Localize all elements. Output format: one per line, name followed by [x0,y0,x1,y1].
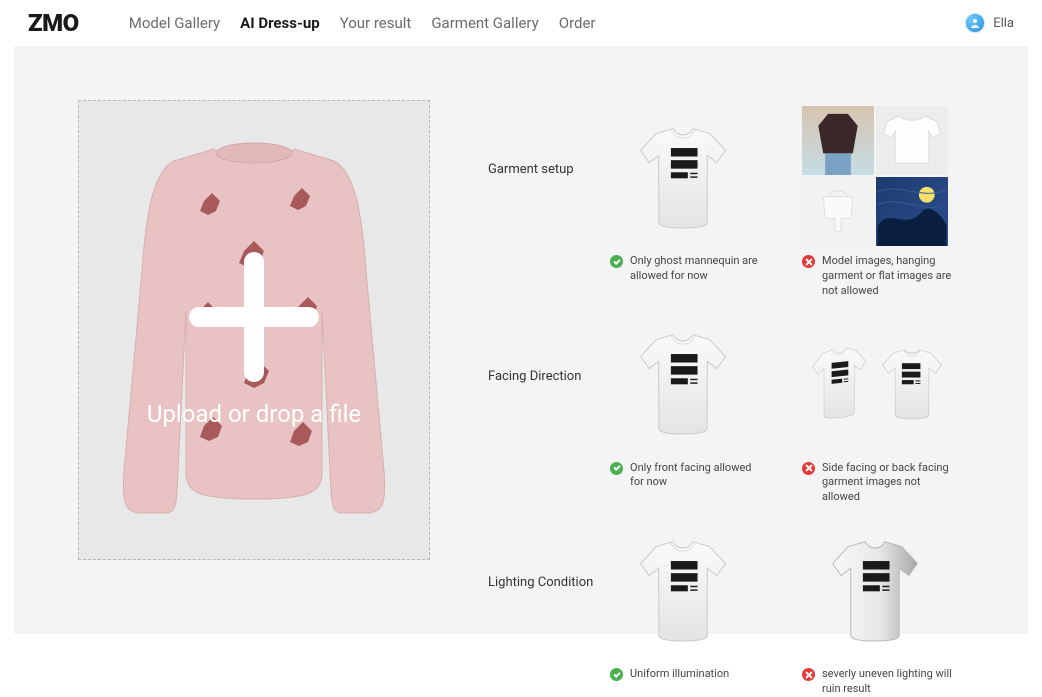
nav-ai-dressup[interactable]: AI Dress-up [240,14,320,32]
example-good: Uniform illumination [610,519,770,697]
guideline-garment-setup: Garment setup Only ghost mannequin are a… [488,106,990,299]
caption: Only ghost mannequin are allowed for now [630,254,766,284]
example-good: Only ghost mannequin are allowed for now [610,106,770,299]
check-icon [610,668,623,681]
check-icon [610,462,623,475]
plus-icon [189,252,319,382]
cross-icon [802,462,815,475]
cross-icon [802,255,815,268]
caption: Only front facing allowed for now [630,461,766,491]
example-image [610,313,756,453]
caption: Side facing or back facing garment image… [822,461,958,506]
example-bad: Side facing or back facing garment image… [802,313,962,506]
user-menu[interactable]: Ella [965,13,1014,33]
example-image [610,519,756,659]
caption: Uniform illumination [630,667,729,682]
check-icon [610,255,623,268]
user-name: Ella [993,16,1014,31]
nav-order[interactable]: Order [559,14,596,32]
avatar-icon [965,13,985,33]
guideline-label: Lighting Condition [488,519,610,590]
main-panel: Upload or drop a file Garment setup Only… [14,46,1028,634]
nav-model-gallery[interactable]: Model Gallery [129,14,220,32]
example-image [802,519,948,659]
example-good: Only front facing allowed for now [610,313,770,506]
example-image [610,106,756,246]
upload-prompt: Upload or drop a file [147,400,361,428]
cross-icon [802,668,815,681]
guideline-lighting: Lighting Condition Uniform illumination [488,519,990,697]
app-header: ZMO Model Gallery AI Dress-up Your resul… [0,0,1042,46]
guidelines-panel: Garment setup Only ghost mannequin are a… [488,100,990,606]
upload-dropzone[interactable]: Upload or drop a file [78,100,430,560]
nav-garment-gallery[interactable]: Garment Gallery [431,14,538,32]
example-image [802,313,948,453]
brand-logo[interactable]: ZMO [28,9,79,37]
guideline-label: Facing Direction [488,313,610,384]
caption: Model images, hanging garment or flat im… [822,254,958,299]
example-bad: Model images, hanging garment or flat im… [802,106,962,299]
example-bad: severly uneven lighting will ruin result [802,519,962,697]
guideline-label: Garment setup [488,106,610,177]
primary-nav: Model Gallery AI Dress-up Your result Ga… [129,14,965,32]
guideline-facing-direction: Facing Direction Only front facing allow… [488,313,990,506]
nav-your-result[interactable]: Your result [340,14,412,32]
caption: severly uneven lighting will ruin result [822,667,958,697]
example-image [802,106,948,246]
